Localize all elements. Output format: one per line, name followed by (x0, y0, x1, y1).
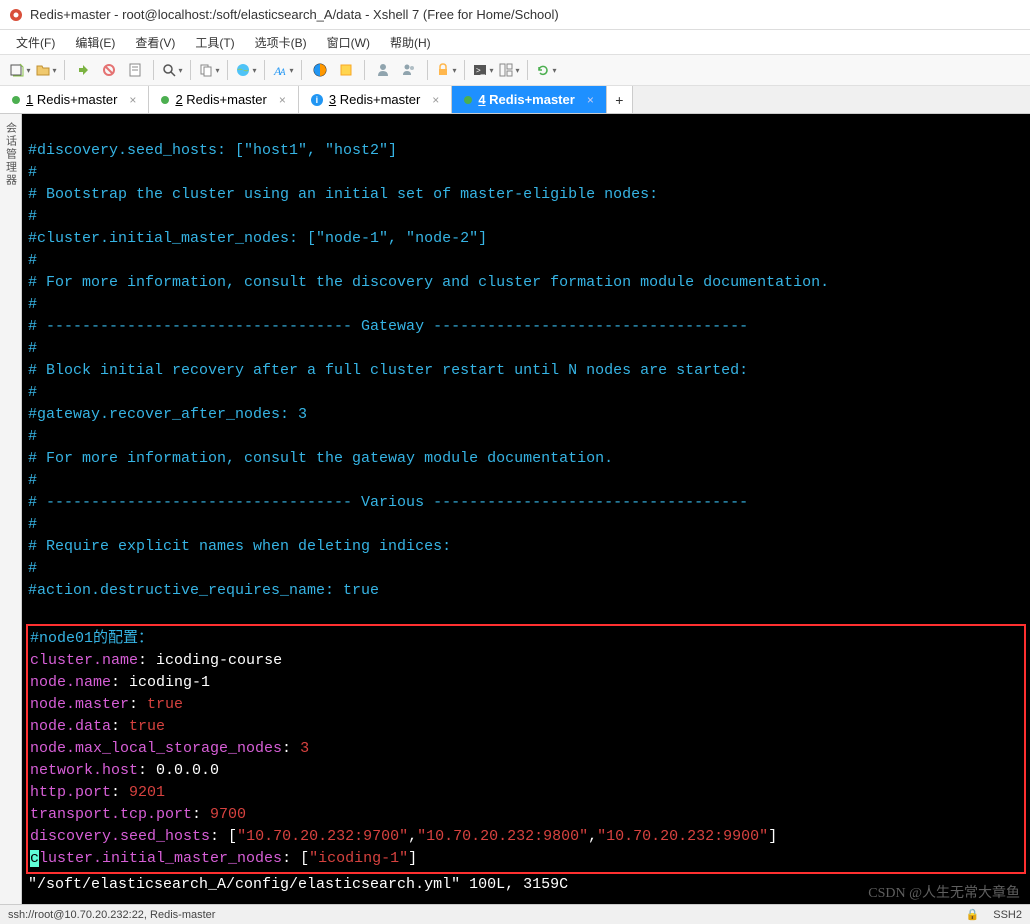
toolbar-separator (527, 60, 528, 80)
toolbar-separator (153, 60, 154, 80)
tabs-container: 1 Redis+master × 2 Redis+master × i 3 Re… (0, 86, 1030, 113)
search-icon[interactable]: ▾ (160, 58, 184, 82)
refresh-icon[interactable]: ▾ (534, 58, 558, 82)
disconnect-icon[interactable] (97, 58, 121, 82)
tab-1[interactable]: 1 Redis+master × (0, 86, 149, 113)
toolbar-separator (301, 60, 302, 80)
menu-tools[interactable]: 工具(T) (187, 32, 242, 53)
tab-2[interactable]: 2 Redis+master × (149, 86, 298, 113)
info-icon: i (311, 94, 323, 106)
close-icon[interactable]: × (430, 93, 441, 107)
toolbar: ▾ ▾ ▾ ▾ ▾ AA▾ ▾ >_▾ ▾ ▾ (0, 54, 1030, 86)
menu-help[interactable]: 帮助(H) (382, 32, 439, 53)
lock-icon[interactable]: ▾ (434, 58, 458, 82)
toolbar-separator (464, 60, 465, 80)
toolbar-separator (64, 60, 65, 80)
titlebar: Redis+master - root@localhost:/soft/elas… (0, 0, 1030, 30)
tabbar: 1 Redis+master × 2 Redis+master × i 3 Re… (0, 86, 1030, 114)
users-icon[interactable] (397, 58, 421, 82)
svg-text:A: A (279, 67, 286, 77)
highlight-icon[interactable] (334, 58, 358, 82)
toolbar-separator (190, 60, 191, 80)
open-icon[interactable]: ▾ (34, 58, 58, 82)
lock-icon: 🔒 (966, 908, 980, 921)
new-session-icon[interactable]: ▾ (8, 58, 32, 82)
menu-edit[interactable]: 编辑(E) (67, 32, 123, 53)
layout-icon[interactable]: ▾ (497, 58, 521, 82)
menu-file[interactable]: 文件(F) (8, 32, 63, 53)
menu-view[interactable]: 查看(V) (127, 32, 183, 53)
app-icon (8, 7, 24, 23)
highlighted-config-box: #node01的配置： cluster.name: icoding-course… (26, 624, 1026, 874)
tab-3[interactable]: i 3 Redis+master × (299, 86, 452, 113)
properties-icon[interactable] (123, 58, 147, 82)
connection-status: ssh://root@10.70.20.232:22, Redis-master (8, 909, 215, 921)
menu-window[interactable]: 窗口(W) (319, 32, 378, 53)
reconnect-icon[interactable] (71, 58, 95, 82)
terminal-icon[interactable]: >_▾ (471, 58, 495, 82)
toolbar-separator (427, 60, 428, 80)
font-icon[interactable]: AA▾ (271, 58, 295, 82)
color-scheme-icon[interactable] (308, 58, 332, 82)
status-dot-icon (464, 96, 472, 104)
tab-4-active[interactable]: 4 Redis+master × (452, 86, 607, 113)
terminal-cursor: c (30, 850, 39, 867)
menu-tabs[interactable]: 选项卡(B) (247, 32, 315, 53)
tab-add-button[interactable]: + (607, 86, 633, 113)
toolbar-separator (227, 60, 228, 80)
close-icon[interactable]: × (585, 93, 596, 107)
close-icon[interactable]: × (127, 93, 138, 107)
copy-icon[interactable]: ▾ (197, 58, 221, 82)
globe-icon[interactable]: ▾ (234, 58, 258, 82)
status-dot-icon (12, 96, 20, 104)
session-manager-rail[interactable]: 会话管理器 (0, 114, 22, 904)
session-manager-label: 会话管理器 (3, 122, 19, 187)
toolbar-separator (364, 60, 365, 80)
toolbar-separator (264, 60, 265, 80)
statusbar: ssh://root@10.70.20.232:22, Redis-master… (0, 904, 1030, 924)
user-icon[interactable] (371, 58, 395, 82)
protocol-label: SSH2 (993, 909, 1022, 921)
status-dot-icon (161, 96, 169, 104)
menubar: 文件(F) 编辑(E) 查看(V) 工具(T) 选项卡(B) 窗口(W) 帮助(… (0, 30, 1030, 54)
close-icon[interactable]: × (277, 93, 288, 107)
window-title: Redis+master - root@localhost:/soft/elas… (30, 7, 559, 22)
svg-text:>_: >_ (476, 66, 486, 75)
terminal[interactable]: #discovery.seed_hosts: ["host1", "host2"… (22, 114, 1030, 904)
